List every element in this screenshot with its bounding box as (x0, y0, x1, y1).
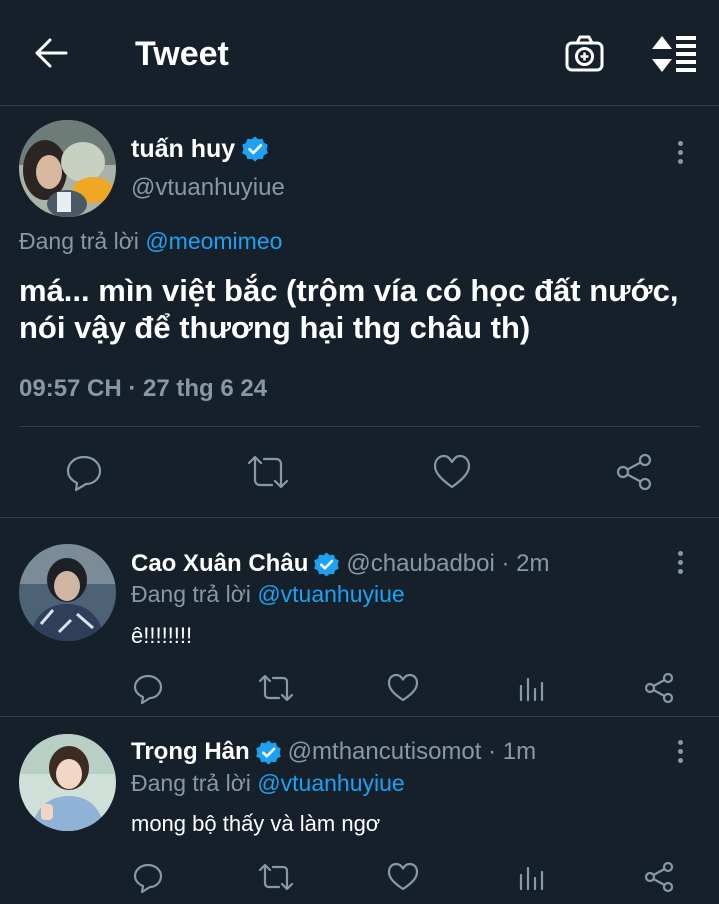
replying-prefix: Đang trả lời (19, 228, 139, 254)
main-author-row: tuấn huy (131, 131, 269, 167)
replying-to-line: Đang trả lời @vtuanhuyiue (131, 579, 405, 609)
reply-text: ê!!!!!!!! (131, 623, 193, 648)
retweet-icon (258, 674, 294, 702)
handle[interactable]: @vtuanhuyiue (131, 173, 285, 203)
share-button[interactable] (643, 861, 675, 893)
reply-header: Cao Xuân Châu @chaubadboi · 2m (131, 548, 550, 580)
header-divider (0, 105, 719, 106)
main-tweet-divider (0, 517, 719, 518)
replying-to-line: Đang trả lời @meomimeo (19, 226, 282, 256)
replying-to-mention[interactable]: @vtuanhuyiue (257, 770, 404, 796)
share-button[interactable] (615, 452, 655, 492)
back-arrow-icon (35, 38, 68, 68)
share-icon (616, 453, 652, 491)
share-icon (644, 861, 674, 893)
analytics-icon (519, 866, 544, 891)
sort-button[interactable] (650, 34, 700, 74)
reply-button[interactable] (132, 861, 164, 893)
avatar[interactable] (19, 544, 116, 641)
verified-badge-icon (255, 740, 281, 764)
replying-prefix: Đang trả lời (131, 581, 251, 607)
like-button[interactable] (432, 452, 472, 492)
reply-button[interactable] (132, 672, 164, 704)
like-icon (387, 673, 419, 702)
reply-divider (0, 716, 719, 717)
camera-icon (565, 35, 604, 72)
analytics-icon (519, 677, 544, 702)
like-button[interactable] (387, 672, 419, 704)
avatar-image (19, 734, 116, 831)
retweet-button[interactable] (258, 672, 294, 704)
avatar[interactable] (19, 734, 116, 831)
handle-and-time[interactable]: @mthancutisomot · 1m (288, 738, 536, 766)
retweet-button[interactable] (258, 861, 294, 893)
tweet-text: má... mìn việt bắc (trộm vía có học đất … (19, 273, 679, 345)
verified-badge-icon (242, 136, 268, 162)
tweet-timestamp[interactable]: 09:57 CH · 27 thg 6 24 (19, 374, 267, 404)
analytics-button[interactable] (516, 861, 548, 893)
replying-to-line: Đang trả lời @vtuanhuyiue (131, 768, 405, 798)
sort-icon (652, 36, 696, 72)
reply-icon (133, 863, 163, 893)
display-name[interactable]: tuấn huy (131, 135, 235, 164)
avatar[interactable] (19, 120, 116, 217)
share-icon (644, 672, 674, 704)
verified-badge-icon (314, 552, 340, 576)
analytics-button[interactable] (516, 672, 548, 704)
replying-to-mention[interactable]: @meomimeo (145, 228, 282, 254)
page-title: Tweet (135, 35, 229, 73)
retweet-icon (258, 863, 294, 891)
retweet-icon (247, 455, 289, 489)
display-name[interactable]: Cao Xuân Châu (131, 550, 308, 578)
avatar-image (19, 120, 116, 217)
reply-header: Trọng Hân @mthancutisomot · 1m (131, 736, 536, 768)
share-button[interactable] (643, 672, 675, 704)
replying-prefix: Đang trả lời (131, 770, 251, 796)
handle-and-time[interactable]: @chaubadboi · 2m (346, 550, 549, 578)
more-options-icon[interactable] (678, 740, 683, 764)
reply-icon (133, 674, 163, 704)
like-icon (387, 862, 419, 891)
reply-text: mong bộ thấy và làm ngơ (131, 811, 381, 836)
reply-button[interactable] (64, 452, 104, 492)
more-options-icon[interactable] (678, 141, 683, 165)
back-button[interactable] (30, 34, 74, 74)
like-button[interactable] (387, 861, 419, 893)
display-name[interactable]: Trọng Hân (131, 738, 250, 766)
retweet-button[interactable] (246, 452, 290, 492)
like-icon (433, 454, 471, 489)
stats-divider (19, 426, 700, 427)
reply-icon (66, 455, 102, 492)
camera-button[interactable] (564, 34, 606, 74)
more-options-icon[interactable] (678, 551, 683, 575)
avatar-image (19, 544, 116, 641)
replying-to-mention[interactable]: @vtuanhuyiue (257, 581, 404, 607)
